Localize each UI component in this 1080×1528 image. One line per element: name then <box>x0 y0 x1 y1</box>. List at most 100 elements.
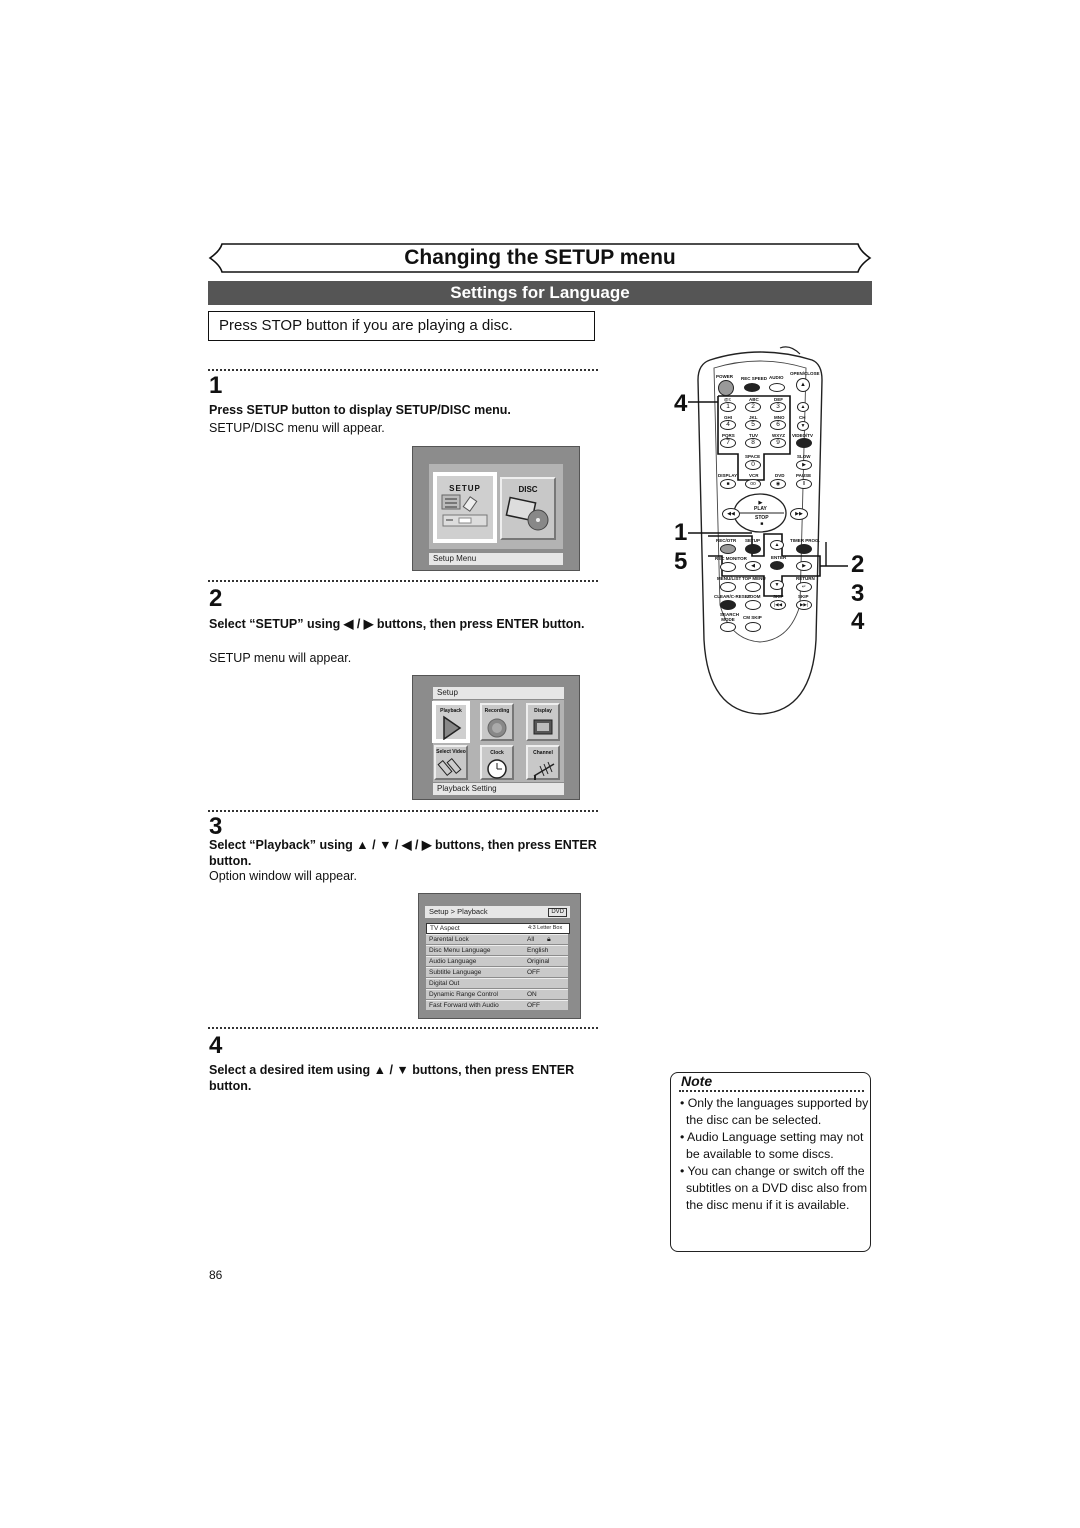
note-list: • Only the languages supported by the di… <box>677 1095 872 1214</box>
label-slow: SLOW <box>797 454 811 459</box>
down-arrow-button[interactable]: ▼ <box>770 580 784 590</box>
label-skip-back: SKIP <box>773 594 784 599</box>
tile-label: DISC <box>518 485 538 494</box>
slow-button[interactable]: ▶ <box>796 460 812 470</box>
option-row-subtitle-language[interactable]: Subtitle Language OFF <box>426 967 568 977</box>
step-divider <box>208 369 598 371</box>
step-result: Option window will appear. <box>209 869 357 883</box>
screen-header: Setup <box>433 687 564 699</box>
timer-prog-button[interactable] <box>796 544 812 554</box>
option-row-disc-menu-language[interactable]: Disc Menu Language English <box>426 945 568 955</box>
step-instruction: Press SETUP button to display SETUP/DISC… <box>209 403 511 417</box>
menu-tile-select-video[interactable]: Select Video <box>434 745 468 780</box>
option-value: OFF <box>527 1002 540 1009</box>
label-open-close: OPEN/CLOSE <box>790 371 820 376</box>
label-setup: SETUP <box>745 538 761 543</box>
option-value: English <box>527 947 549 954</box>
digit-5-button[interactable]: 5 <box>745 420 761 430</box>
skip-forward-button[interactable]: ▶▶| <box>796 600 812 610</box>
label-rec-monitor: REC MONITOR <box>715 556 747 561</box>
step-divider <box>208 580 598 582</box>
right-arrow-button[interactable]: ▶ <box>796 561 812 571</box>
digit-3-button[interactable]: 3 <box>770 402 786 412</box>
up-arrow-button[interactable]: ▲ <box>770 540 784 550</box>
remote-control: POWER REC SPEED AUDIO OPEN/CLOSE ▲ @!: 1… <box>640 340 880 720</box>
return-button[interactable]: ↵ <box>796 582 812 592</box>
fast-forward-button[interactable]: ▶▶ <box>790 508 808 520</box>
audio-button[interactable] <box>769 383 785 392</box>
play-button[interactable] <box>744 496 776 512</box>
digit-1-button[interactable]: 1 <box>720 402 736 412</box>
rewind-button[interactable]: ◀◀ <box>722 508 740 520</box>
setup-button[interactable] <box>745 544 761 554</box>
label-skip-forward: SKIP <box>798 594 809 599</box>
open-close-button[interactable]: ▲ <box>796 378 810 392</box>
note-item: • Only the languages supported by the di… <box>680 1096 869 1127</box>
label-pause: PAUSE <box>796 473 812 478</box>
label-enter: ENTER <box>771 555 787 560</box>
zoom-button[interactable] <box>745 600 761 610</box>
digit-9-button[interactable]: 9 <box>770 438 786 448</box>
option-row-parental-lock[interactable]: Parental Lock All 🔒︎ <box>426 934 568 944</box>
menu-tile-playback[interactable]: Playback <box>434 703 468 741</box>
rec-monitor-button[interactable] <box>720 562 736 572</box>
disc-film-icon <box>505 496 549 531</box>
callout-step-5: 5 <box>674 548 688 575</box>
vcr-button[interactable]: oo <box>745 479 761 489</box>
option-row-dynamic-range-control[interactable]: Dynamic Range Control ON <box>426 989 568 999</box>
left-arrow-button[interactable]: ◀ <box>745 561 761 571</box>
callout-step-4: 4 <box>674 390 688 417</box>
digit-4-button[interactable]: 4 <box>720 420 736 430</box>
digit-2-button[interactable]: 2 <box>745 402 761 412</box>
clear-reset-button[interactable] <box>720 600 736 610</box>
rec-speed-button[interactable] <box>744 383 760 392</box>
note-divider <box>679 1090 864 1092</box>
step-number: 4 <box>209 1032 223 1059</box>
step-instruction: Select a desired item using ▲ / ▼ button… <box>209 1063 575 1093</box>
digit-8-button[interactable]: 8 <box>745 438 761 448</box>
dvd-button[interactable]: ◉ <box>770 479 786 489</box>
section-heading: Settings for Language <box>208 281 872 305</box>
option-label: Subtitle Language <box>429 969 482 976</box>
digit-7-button[interactable]: 7 <box>720 438 736 448</box>
antenna-icon <box>533 761 555 780</box>
note-item-text: Audio Language setting may not be availa… <box>686 1130 864 1161</box>
video-tv-button[interactable] <box>796 438 812 448</box>
search-mode-button[interactable] <box>720 622 736 632</box>
menu-tile-disc[interactable]: DISC <box>500 477 556 540</box>
option-value: 4:3 Letter Box <box>528 925 563 931</box>
enter-button[interactable] <box>770 561 784 570</box>
setup-menu-screen: Setup Playback Recording Display Select … <box>412 675 580 800</box>
step-instruction: Select “SETUP” using ◀ / ▶ buttons, then… <box>209 617 585 631</box>
menu-tile-clock[interactable]: Clock <box>480 745 514 780</box>
label-ch: CH <box>799 415 806 420</box>
option-row-digital-out[interactable]: Digital Out <box>426 978 568 988</box>
option-row-tv-aspect[interactable]: TV Aspect 4:3 Letter Box <box>426 923 570 934</box>
menu-list-button[interactable] <box>720 582 736 592</box>
top-menu-button[interactable] <box>745 582 761 592</box>
power-button[interactable] <box>718 380 734 396</box>
label-clear-reset: CLEAR/C-RESET <box>714 594 751 599</box>
option-row-fast-forward-with-audio[interactable]: Fast Forward with Audio OFF <box>426 1000 568 1010</box>
record-circle-icon <box>487 718 507 738</box>
ch-up-button[interactable]: ▲ <box>797 402 809 412</box>
pause-button[interactable]: II <box>796 479 812 489</box>
note-item: • Audio Language setting may not be avai… <box>680 1130 864 1161</box>
digit-0-button[interactable]: 0 <box>745 460 761 470</box>
rec-otr-button[interactable] <box>720 544 736 554</box>
menu-tile-channel[interactable]: Channel <box>526 745 560 780</box>
menu-tile-display[interactable]: Display <box>526 703 560 741</box>
stop-button[interactable] <box>744 514 776 530</box>
menu-tile-recording[interactable]: Recording <box>480 703 514 741</box>
cm-skip-button[interactable] <box>745 622 761 632</box>
ch-down-button[interactable]: ▼ <box>797 421 809 431</box>
display-button[interactable]: ■ <box>720 479 736 489</box>
option-row-audio-language[interactable]: Audio Language Original <box>426 956 568 966</box>
menu-tile-setup[interactable]: SETUP <box>435 474 495 541</box>
label-k0: SPACE <box>745 454 761 459</box>
page-title: Changing the SETUP menu <box>404 246 676 269</box>
option-value: Original <box>527 958 550 965</box>
lock-icon: 🔒︎ <box>547 936 551 943</box>
skip-back-button[interactable]: |◀◀ <box>770 600 786 610</box>
digit-6-button[interactable]: 6 <box>770 420 786 430</box>
